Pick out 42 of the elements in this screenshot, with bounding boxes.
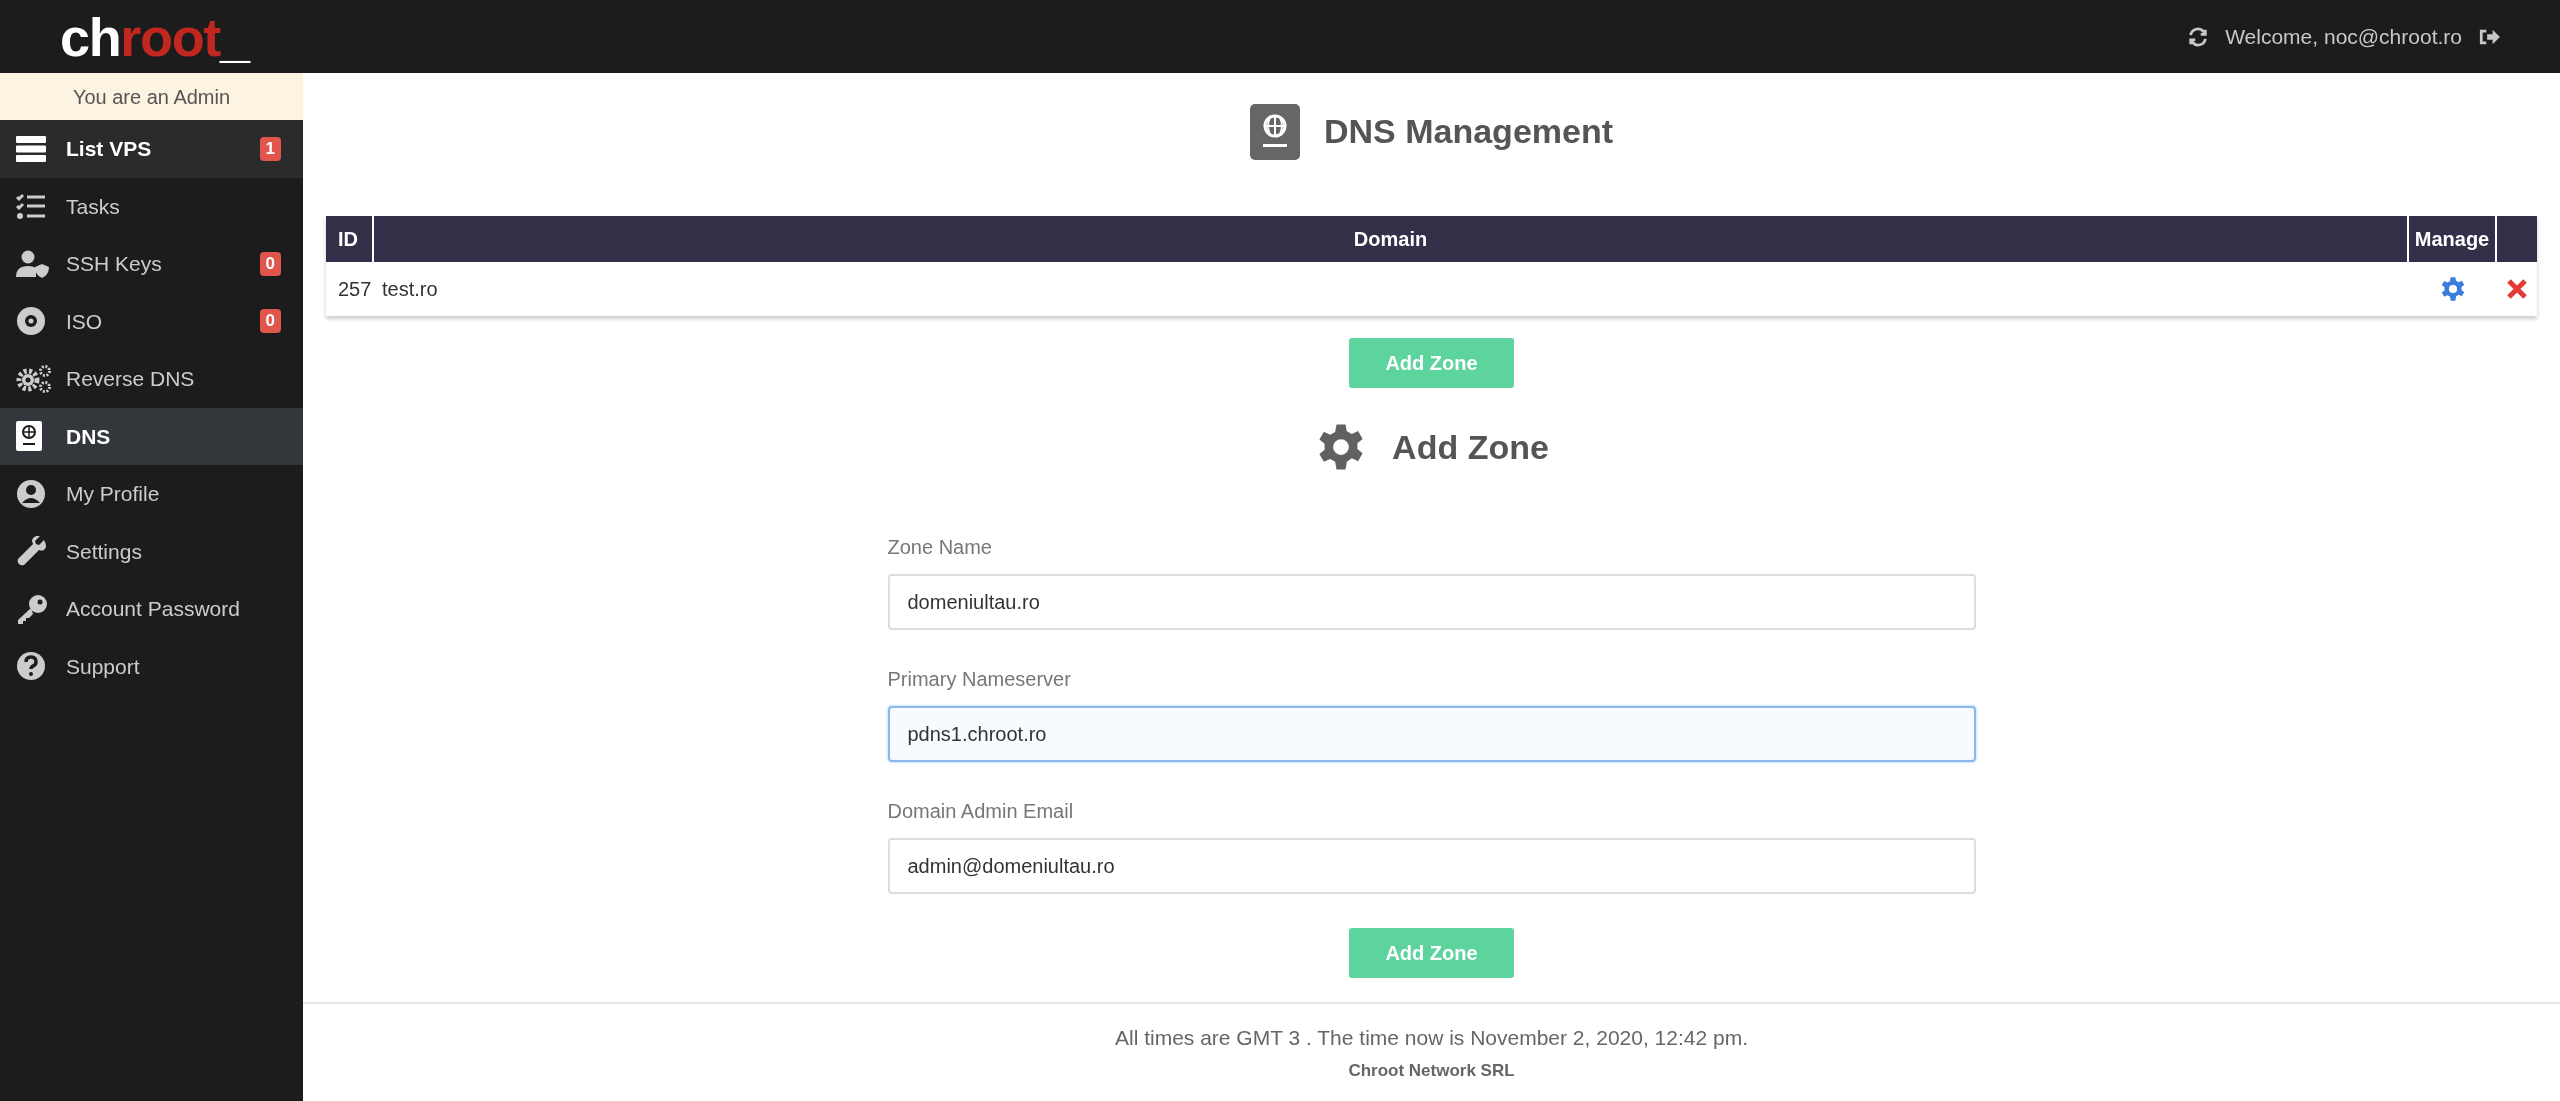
checklist-icon	[16, 193, 46, 220]
sidebar-item[interactable]: SSH Keys 0	[0, 235, 303, 293]
gears-icon	[16, 363, 52, 394]
key-icon	[16, 593, 48, 624]
dns-book-icon	[1249, 103, 1300, 160]
settings-icon[interactable]	[2439, 275, 2467, 303]
sidebar-item[interactable]: Reverse DNS	[0, 350, 303, 408]
sidebar-item[interactable]: Support	[0, 637, 303, 695]
sidebar-item[interactable]: My Profile	[0, 465, 303, 523]
field-label: Domain Admin Email	[887, 799, 1075, 824]
field-label: Zone Name	[887, 535, 993, 560]
table-cell-text: 257	[337, 277, 373, 302]
user-shield-icon	[16, 249, 50, 278]
table-cell-text: test.ro	[381, 277, 439, 302]
help-icon	[16, 651, 46, 682]
logo-text[interactable]: ch	[60, 9, 121, 64]
wrench-icon	[16, 536, 46, 567]
company-name: Chroot Network SRL	[1348, 1059, 1515, 1082]
sidebar-item[interactable]: List VPS 1	[0, 120, 303, 178]
form-title: Add Zone	[1392, 426, 1549, 468]
page-title: DNS Management	[1323, 111, 1614, 152]
sidebar-item[interactable]: Settings	[0, 522, 303, 580]
dns-book-icon	[16, 421, 42, 452]
input-field[interactable]: pdns1.chroot.ro	[887, 706, 1976, 762]
sidebar-item[interactable]: Tasks	[0, 177, 303, 235]
input-field[interactable]: domeniultau.ro	[887, 574, 1976, 630]
welcome-text: Welcome, noc@chroot.ro	[2225, 23, 2462, 50]
sidebar-item[interactable]: Account Password	[0, 580, 303, 638]
user-circle-icon	[16, 478, 46, 509]
role-banner: You are an Admin	[0, 73, 303, 120]
count-badge: 1	[259, 136, 281, 161]
count-badge: 0	[259, 309, 281, 334]
input-field[interactable]: admin@domeniultau.ro	[887, 838, 1976, 894]
field-label: Primary Nameserver	[887, 667, 1072, 692]
delete-icon[interactable]	[2506, 278, 2528, 300]
server-icon	[16, 135, 46, 162]
disc-icon	[16, 306, 46, 337]
time-note: All times are GMT 3 . The time now is November 2, 2020, 12:42 pm.	[1115, 1025, 1748, 1051]
sidebar-item[interactable]: DNS	[0, 407, 303, 465]
refresh-icon[interactable]	[2187, 25, 2210, 48]
count-badge: 0	[259, 251, 281, 276]
sidebar-item[interactable]: ISO 0	[0, 292, 303, 350]
